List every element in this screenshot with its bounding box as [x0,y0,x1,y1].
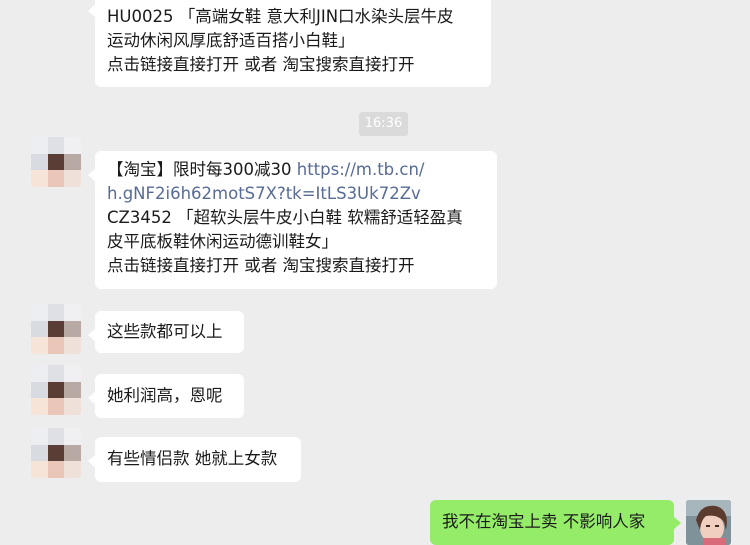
avatar-self[interactable] [686,500,731,545]
avatar[interactable] [31,365,81,415]
message-bubble-self[interactable]: 我不在淘宝上卖 不影响人家 [430,500,681,545]
avatar[interactable] [31,137,81,187]
message-line: 点击链接直接打开 或者 淘宝搜索直接打开 [107,256,415,275]
message-line: HU0025 「高端女鞋 意大利JIN口水染头层牛皮 [107,7,454,26]
message-bubble[interactable]: 她利润高，恩呢 [88,374,244,418]
message-line: 【淘宝】限时每300减30 https://m.tb.cn/ [107,158,485,182]
avatar[interactable] [31,428,81,478]
message-line: 点击链接直接打开 或者 淘宝搜索直接打开 [107,55,415,74]
message-text: 这些款都可以上 [107,322,223,341]
avatar[interactable] [31,304,81,354]
avatar-self-image [686,500,731,545]
message-bubble[interactable]: 这些款都可以上 [88,311,244,353]
message-text: 她利润高，恩呢 [107,386,223,405]
message-link[interactable]: https://m.tb.cn/ [297,160,425,179]
timestamp: 16:36 [359,112,408,136]
message-line: 皮平底板鞋休闲运动德训鞋女」 [107,232,338,251]
message-link[interactable]: h.gNF2i6h62motS7X?tk=ItLS3Uk72Zv [107,182,485,206]
message-text: 【淘宝】限时每300减30 [107,160,297,179]
message-text: 有些情侣款 她就上女款 [107,449,278,468]
message-bubble[interactable]: 有些情侣款 她就上女款 [88,437,301,482]
message-line: 运动休闲风厚底舒适百搭小白鞋」 [107,31,355,50]
message-line: CZ3452 「超软头层牛皮小白鞋 软糯舒适轻盈真 [107,208,463,227]
message-bubble[interactable]: 【淘宝】限时每300减30 https://m.tb.cn/ h.gNF2i6h… [88,151,497,289]
message-text: 我不在淘宝上卖 不影响人家 [442,512,646,531]
message-bubble[interactable]: HU0025 「高端女鞋 意大利JIN口水染头层牛皮 运动休闲风厚底舒适百搭小白… [88,0,491,87]
